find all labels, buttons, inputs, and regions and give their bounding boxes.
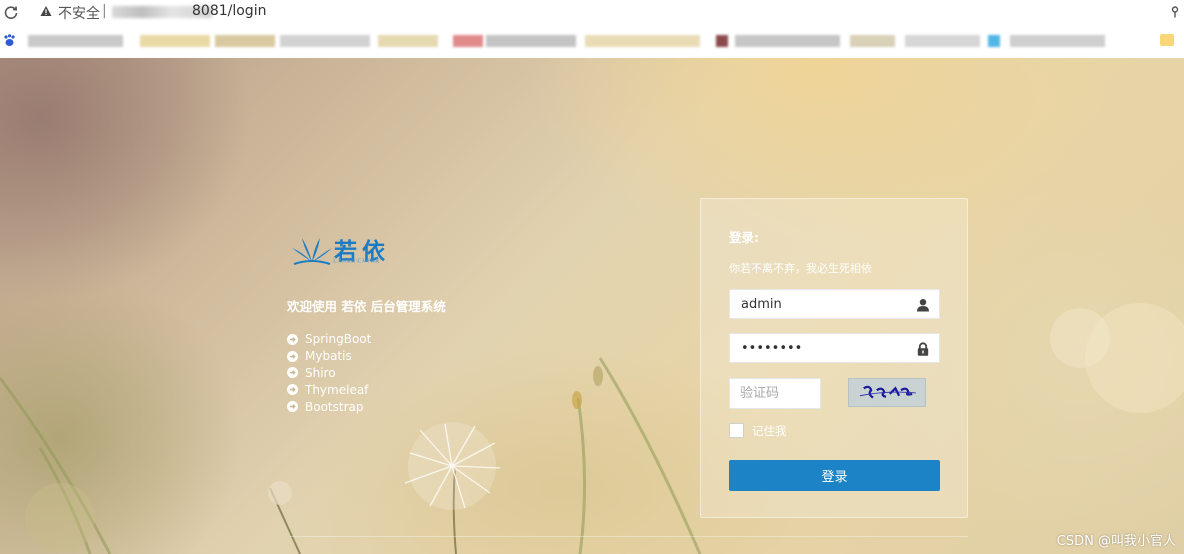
reload-icon[interactable] [3,4,19,20]
baidu-paw-icon[interactable] [3,34,16,47]
bookmark-item[interactable] [486,35,576,47]
remember-me-checkbox[interactable] [729,423,744,438]
bookmark-item[interactable] [28,35,123,47]
bookmarks-bar [0,25,1184,59]
captcha-image[interactable] [848,378,926,407]
username-input[interactable] [730,290,911,318]
list-item: Bootstrap [287,398,371,415]
tech-item-label: Thymeleaf [305,382,369,397]
bookmark-item[interactable] [378,35,438,47]
watermark-text: CSDN @叫我小官人 [1056,534,1176,549]
login-page: 若依 汇涓涓溪流·汇天下精英 欢迎使用 若依 后台管理系统 SpringBoot… [0,58,1184,554]
separator: | [102,3,107,19]
list-item: Mybatis [287,348,371,365]
tech-item-label: Bootstrap [305,399,364,414]
url-text[interactable]: 8081/login [192,3,266,19]
tech-stack-list: SpringBoot Mybatis Shiro Thymeleaf Boots… [287,331,371,415]
bookmark-item[interactable] [1010,35,1105,47]
bookmark-item[interactable] [850,35,895,47]
tech-item-label: Shiro [305,365,336,380]
logo-subtitle: 汇涓涓溪流·汇天下精英 [333,258,380,263]
login-button[interactable]: 登录 [729,460,940,491]
bookmark-item[interactable] [585,35,700,47]
warning-icon[interactable] [40,5,52,17]
list-item: Shiro [287,365,371,382]
username-field[interactable] [729,289,940,319]
security-status[interactable]: 不安全 [58,3,100,23]
list-item: Thymeleaf [287,381,371,398]
list-item: SpringBoot [287,331,371,348]
password-field[interactable] [729,333,940,363]
captcha-input[interactable] [730,379,820,408]
bookmark-item[interactable] [735,35,840,47]
bookmark-folder-icon[interactable] [1160,34,1174,46]
welcome-heading: 欢迎使用 若依 后台管理系统 [287,299,446,314]
user-icon [917,299,929,312]
circle-arrow-icon [287,367,298,379]
address-bar: 不安全 | 8081/login [0,0,1184,25]
footer-divider [290,536,968,537]
bookmark-item[interactable] [280,35,370,47]
password-input[interactable] [730,334,911,362]
ruoyi-logo-icon [292,238,332,265]
circle-arrow-icon [287,350,298,362]
bookmark-item[interactable] [215,35,275,47]
dandelion-background-decoration [0,303,1184,554]
bookmark-item[interactable] [988,35,1000,47]
circle-arrow-icon [287,384,298,396]
bookmark-item[interactable] [716,35,728,47]
lock-icon [917,342,929,356]
circle-arrow-icon [287,401,298,413]
circle-arrow-icon [287,333,298,345]
tech-item-label: SpringBoot [305,332,372,347]
bookmark-item[interactable] [453,35,483,47]
tech-item-label: Mybatis [305,349,352,364]
remember-me-label[interactable]: 记住我 [752,423,787,439]
login-form: 登录: 你若不离不弃，我必生死相依 admin 验证码 记住我 登录 [700,198,968,518]
login-title: 登录: [729,230,759,245]
bookmark-item[interactable] [140,35,210,47]
bookmark-item[interactable] [905,35,980,47]
key-icon[interactable] [1170,6,1180,18]
captcha-field[interactable] [729,378,821,409]
login-subtitle: 你若不离不弃，我必生死相依 [729,262,872,275]
